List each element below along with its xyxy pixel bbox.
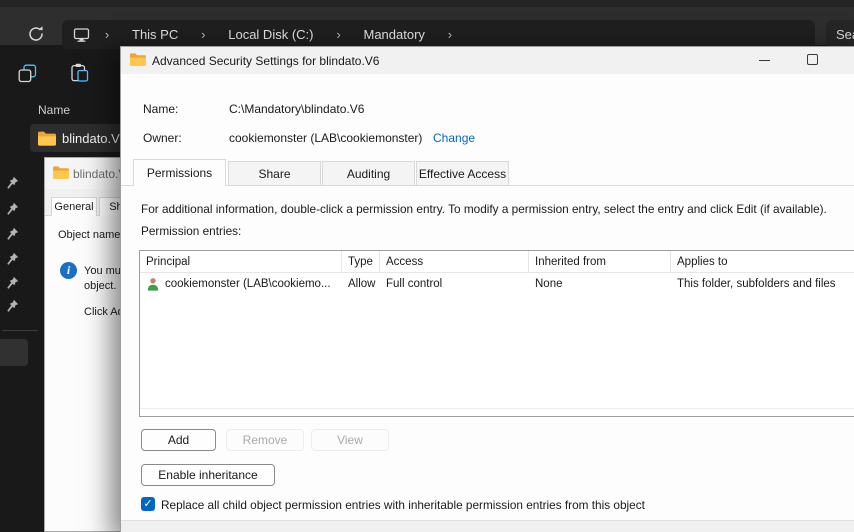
pin-icon[interactable] — [5, 227, 19, 241]
file-name-label: blindato.V6 — [62, 130, 120, 146]
permissions-help-text: For additional information, double-click… — [141, 202, 827, 216]
nav-divider — [2, 330, 38, 331]
owner-label: Owner: — [143, 131, 182, 145]
name-label: Name: — [143, 102, 179, 116]
tab-effective-access[interactable]: Effective Access — [416, 161, 509, 186]
owner-value: cookiemonster (LAB\cookiemonster) — [229, 131, 423, 145]
screen: › This PC › Local Disk (C:) › Mandatory … — [0, 0, 854, 532]
object-name-label: Object name — [58, 229, 121, 241]
info-icon: i — [60, 262, 77, 279]
remove-button: Remove — [226, 429, 304, 451]
dialog-title-bar: Advanced Security Settings for blindato.… — [121, 47, 854, 74]
breadcrumb-chevron-icon[interactable]: › — [321, 27, 355, 42]
cell-access: Full control — [386, 278, 443, 290]
permission-entries-label: Permission entries: — [141, 224, 242, 238]
breadcrumb-chevron-icon[interactable]: › — [186, 27, 220, 42]
properties-title-bar: blindato.V — [45, 158, 121, 189]
properties-title-text: blindato.V — [73, 167, 121, 181]
explorer-address-bar-row: › This PC › Local Disk (C:) › Mandatory … — [0, 7, 854, 49]
column-header-name[interactable]: Name — [38, 103, 70, 117]
properties-info-text: You mus — [84, 265, 121, 277]
pin-icon[interactable] — [5, 276, 19, 290]
user-icon — [146, 277, 160, 291]
folder-icon — [53, 166, 69, 179]
dialog-title-text: Advanced Security Settings for blindato.… — [152, 54, 380, 68]
this-pc-monitor-icon — [73, 27, 90, 43]
table-header-row: Principal Type Access Inherited from App… — [140, 251, 854, 273]
tab-underline — [121, 185, 854, 186]
cell-type: Allow — [348, 278, 376, 290]
search-input[interactable]: Sea — [826, 20, 854, 49]
view-button: View — [311, 429, 389, 451]
header-access[interactable]: Access — [380, 251, 529, 272]
file-row-blindato[interactable]: blindato.V6 — [30, 124, 120, 152]
pin-icon[interactable] — [5, 176, 19, 190]
properties-info-text: object. — [84, 280, 117, 292]
table-inner-line — [140, 408, 854, 409]
minimize-icon — [759, 60, 770, 61]
properties-tab-sharing[interactable]: Sha — [99, 197, 121, 216]
folder-icon — [130, 53, 146, 66]
tab-auditing[interactable]: Auditing — [322, 161, 415, 186]
header-applies-to[interactable]: Applies to — [671, 251, 854, 272]
header-type[interactable]: Type — [342, 251, 380, 272]
replace-child-permissions-label: Replace all child object permission entr… — [161, 498, 645, 512]
tab-share[interactable]: Share — [228, 161, 321, 186]
header-inherited-from[interactable]: Inherited from — [529, 251, 671, 272]
paste-icon[interactable] — [70, 63, 89, 82]
pin-icon[interactable] — [5, 299, 19, 313]
replace-child-permissions-checkbox[interactable] — [141, 497, 155, 511]
properties-dialog: blindato.V General Sha Object name i You… — [44, 157, 121, 532]
permission-entries-table[interactable]: Principal Type Access Inherited from App… — [139, 250, 854, 417]
explorer-tab-strip — [0, 0, 854, 7]
minimize-button[interactable] — [751, 47, 779, 74]
properties-tab-general[interactable]: General — [51, 197, 97, 216]
breadcrumb-local-disk-c[interactable]: Local Disk (C:) — [220, 27, 321, 42]
name-value: C:\Mandatory\blindato.V6 — [229, 102, 365, 116]
cell-inherited-from: None — [535, 278, 563, 290]
header-principal[interactable]: Principal — [140, 251, 342, 272]
properties-tab-page — [45, 215, 121, 531]
breadcrumb-this-pc[interactable]: This PC — [124, 27, 186, 42]
advanced-security-dialog: Advanced Security Settings for blindato.… — [120, 46, 854, 532]
pin-icon[interactable] — [5, 252, 19, 266]
maximize-icon — [807, 54, 818, 65]
properties-info-text: Click Ad — [84, 306, 121, 318]
add-button[interactable]: Add — [141, 429, 216, 451]
pin-icon[interactable] — [5, 202, 19, 216]
copy-icon[interactable] — [18, 64, 37, 83]
breadcrumb-mandatory[interactable]: Mandatory — [355, 27, 432, 42]
search-text: Sea — [836, 27, 854, 42]
maximize-button[interactable] — [799, 47, 827, 74]
cell-principal-text: cookiemonster (LAB\cookiemo... — [165, 278, 331, 290]
dialog-footer — [121, 520, 854, 532]
address-breadcrumb-bar[interactable]: › This PC › Local Disk (C:) › Mandatory … — [62, 20, 815, 49]
tab-permissions[interactable]: Permissions — [133, 159, 226, 186]
change-owner-link[interactable]: Change — [433, 131, 475, 145]
cell-applies-to: This folder, subfolders and files — [677, 278, 836, 290]
table-row[interactable]: cookiemonster (LAB\cookiemo... Allow Ful… — [140, 273, 854, 295]
refresh-icon[interactable] — [26, 24, 46, 44]
breadcrumb-chevron-icon[interactable]: › — [90, 27, 124, 42]
enable-inheritance-button[interactable]: Enable inheritance — [141, 464, 275, 486]
cell-principal: cookiemonster (LAB\cookiemo... — [140, 273, 342, 295]
folder-icon — [38, 131, 56, 146]
nav-selected-item[interactable] — [0, 339, 28, 366]
breadcrumb-chevron-icon[interactable]: › — [433, 27, 467, 42]
